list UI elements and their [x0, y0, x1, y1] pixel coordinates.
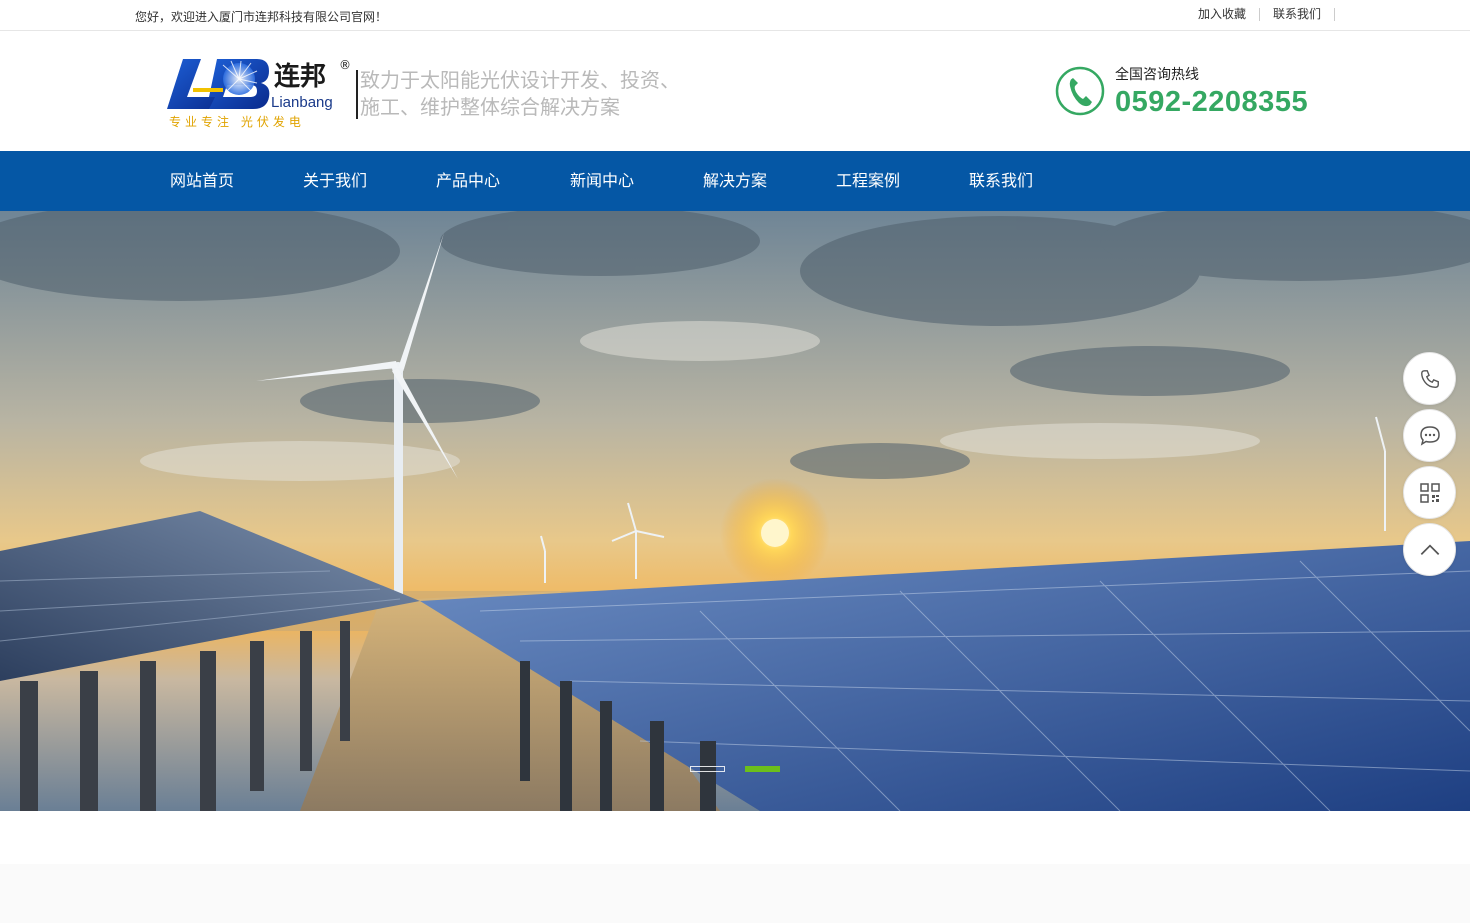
- chat-icon: [1419, 425, 1440, 446]
- welcome-text: 您好，欢迎进入厦门市连邦科技有限公司官网！: [135, 10, 388, 24]
- nav-item-news[interactable]: 新闻中心: [570, 151, 634, 211]
- nav-item-cases[interactable]: 工程案例: [836, 151, 900, 211]
- nav-item-contact[interactable]: 联系我们: [969, 151, 1033, 211]
- nav-item-products[interactable]: 产品中心: [436, 151, 500, 211]
- float-chat-button[interactable]: [1403, 409, 1456, 462]
- contact-us-top-link[interactable]: 联系我们: [1260, 8, 1335, 21]
- main-nav: 网站首页 关于我们 产品中心 新闻中心 解决方案 工程案例 联系我们: [0, 151, 1470, 211]
- content-section-bg: [0, 864, 1470, 923]
- phone-icon: [1420, 369, 1439, 388]
- company-logo[interactable]: 连邦 ® Lianbang 专业专注 光伏发电: [165, 55, 355, 130]
- back-to-top-button[interactable]: [1403, 523, 1456, 576]
- nav-item-about[interactable]: 关于我们: [303, 151, 367, 211]
- nav-item-home[interactable]: 网站首页: [170, 151, 234, 211]
- hero-banner-image: [0, 211, 1470, 811]
- slogan-line-2: 施工、维护整体综合解决方案: [360, 95, 620, 119]
- hotline-number[interactable]: 0592-2208355: [1115, 86, 1308, 119]
- top-links: 加入收藏 联系我们: [1185, 8, 1335, 21]
- top-bar: 您好，欢迎进入厦门市连邦科技有限公司官网！ 加入收藏 联系我们: [0, 0, 1470, 31]
- qrcode-icon: [1419, 482, 1440, 503]
- slider-dot-2[interactable]: [745, 766, 780, 772]
- add-favorite-link[interactable]: 加入收藏: [1185, 8, 1260, 21]
- registered-mark: ®: [339, 58, 351, 72]
- arrow-up-icon: [1420, 543, 1439, 555]
- phone-icon: [1055, 66, 1105, 116]
- hotline-label: 全国咨询热线: [1115, 67, 1199, 83]
- logo-tagline: 专业专注 光伏发电: [169, 114, 305, 129]
- float-qrcode-button[interactable]: [1403, 466, 1456, 519]
- slider-dot-1[interactable]: [690, 766, 725, 772]
- slogan-line-1: 致力于太阳能光伏设计开发、投资、: [360, 68, 680, 92]
- logo-en-text: Lianbang: [271, 94, 333, 111]
- logo-cn-text: 连邦: [274, 62, 326, 92]
- slogan: 致力于太阳能光伏设计开发、投资、 施工、维护整体综合解决方案: [360, 67, 680, 121]
- slider-dots: [690, 766, 780, 772]
- logo-divider: [356, 70, 358, 119]
- floating-toolbar: [1403, 352, 1456, 580]
- nav-item-solutions[interactable]: 解决方案: [703, 151, 767, 211]
- float-phone-button[interactable]: [1403, 352, 1456, 405]
